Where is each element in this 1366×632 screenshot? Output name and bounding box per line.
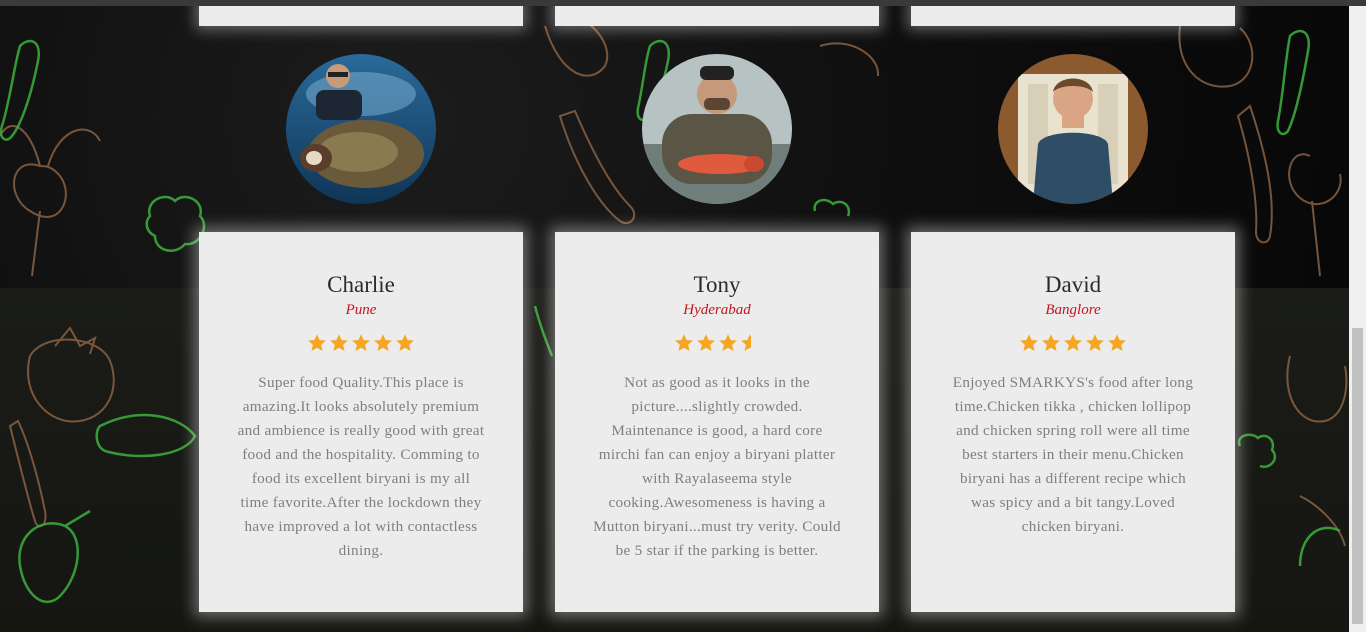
star-icon (1086, 334, 1104, 351)
browser-top-edge (0, 0, 1366, 6)
star-rating (555, 333, 879, 355)
avatar-david (998, 54, 1148, 204)
fishing-photo-image (286, 54, 436, 204)
star-icon (675, 334, 693, 351)
scrollbar-thumb[interactable] (1352, 328, 1363, 624)
star-rating (911, 333, 1235, 355)
review-text: Enjoyed SMARKYS's food after long time.C… (952, 374, 1194, 535)
portrait-photo-image (998, 54, 1148, 204)
avatar-charlie (286, 54, 436, 204)
reviewer-name: Tony (693, 272, 741, 297)
star-icon (1064, 334, 1082, 351)
star-icon (1020, 334, 1038, 351)
star-icon (374, 334, 392, 351)
star-icon (396, 334, 414, 351)
star-icon (308, 334, 326, 351)
star-icon (1042, 334, 1060, 351)
fishing-photo-image (642, 54, 792, 204)
star-icon (1108, 334, 1126, 351)
reviewer-name: Charlie (327, 272, 395, 297)
half-star-icon (741, 334, 751, 351)
review-card: David Banglore Enjoyed SMARKYS's food af… (911, 232, 1235, 612)
star-icon (697, 334, 715, 351)
review-card: Tony Hyderabad Not as good as it looks i… (555, 232, 879, 612)
reviewer-city: Pune (345, 302, 377, 318)
reviewer-city: Hyderabad (683, 302, 751, 318)
star-icon (719, 334, 737, 351)
reviewer-city: Banglore (1045, 302, 1101, 318)
vertical-scrollbar[interactable] (1349, 6, 1366, 632)
star-icon (352, 334, 370, 351)
review-text: Super food Quality.This place is amazing… (237, 374, 485, 559)
star-icon (330, 334, 348, 351)
review-card: Charlie Pune Super food Quality.This pla… (199, 232, 523, 612)
avatar-tony (642, 54, 792, 204)
review-text: Not as good as it looks in the picture..… (593, 374, 841, 559)
reviewer-name: David (1044, 272, 1102, 297)
star-rating (199, 333, 523, 355)
